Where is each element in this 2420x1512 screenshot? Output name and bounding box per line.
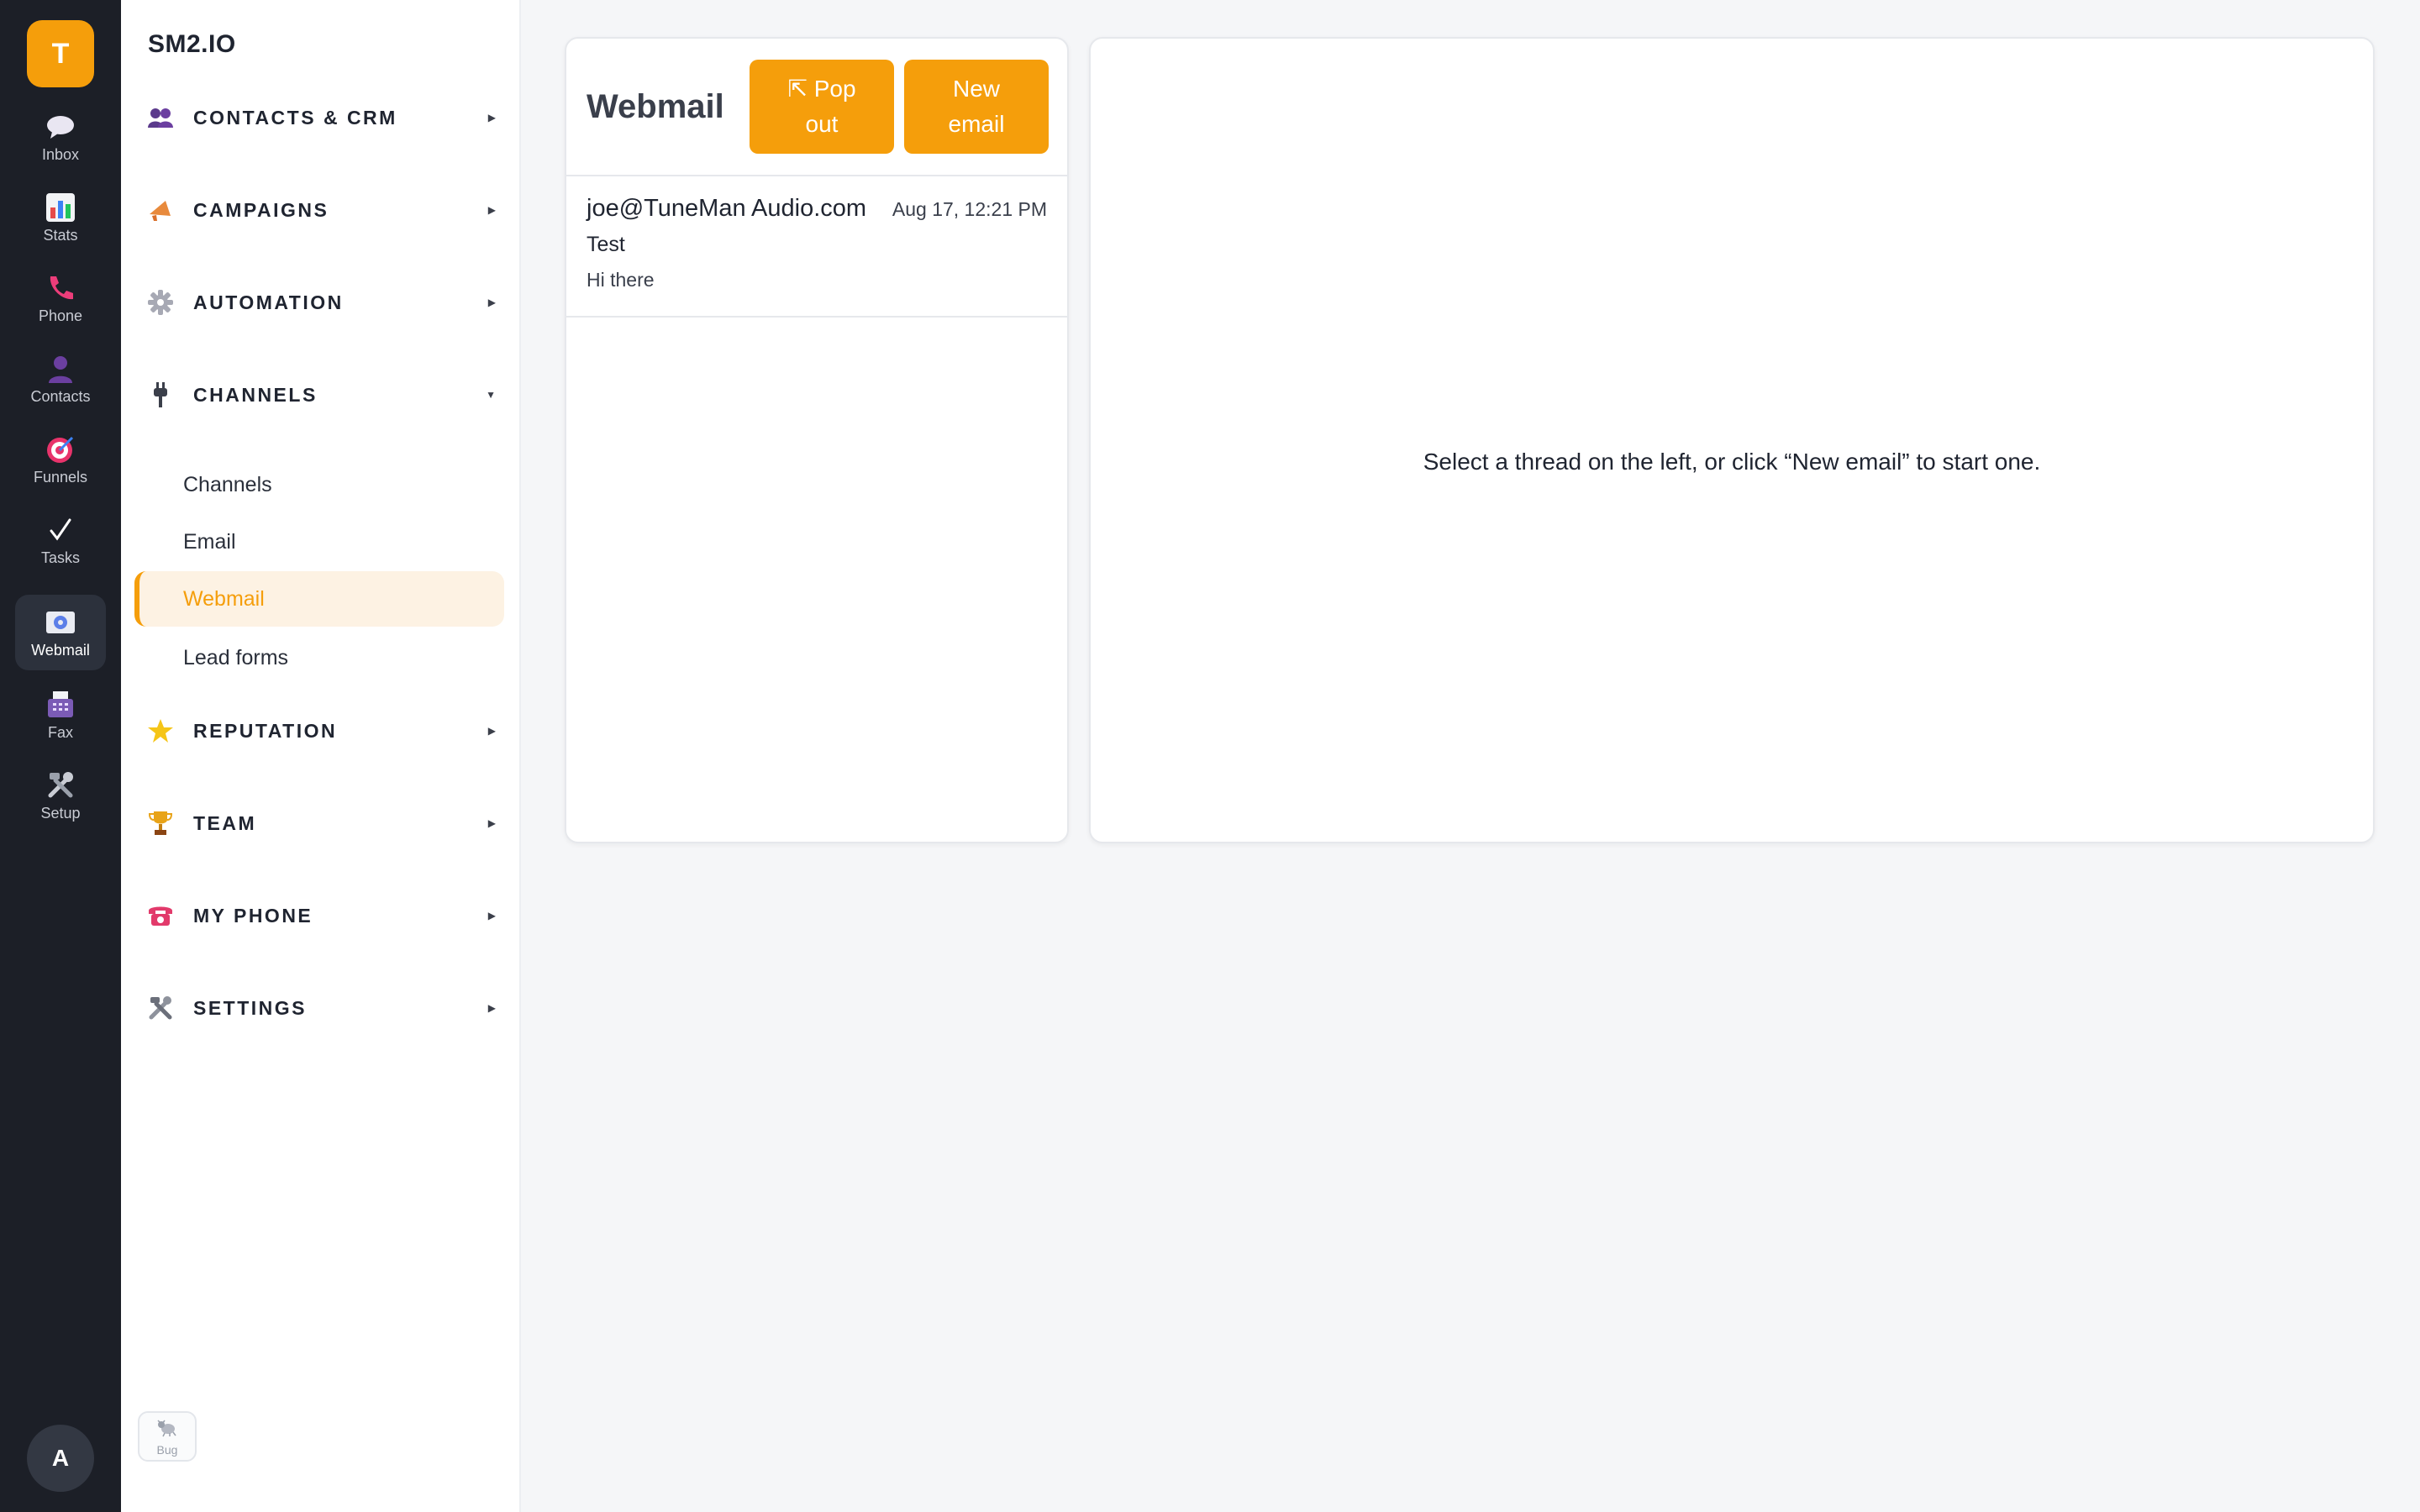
bar-chart-icon — [44, 192, 77, 223]
new-email-button[interactable]: New email — [904, 60, 1049, 154]
nav-item-email[interactable]: Email — [134, 514, 504, 570]
rail-item-tasks[interactable]: Tasks — [15, 502, 106, 578]
caret-right-icon: ▶ — [487, 204, 496, 216]
star-icon — [146, 717, 175, 745]
workspace-logo[interactable]: T — [27, 20, 94, 87]
pop-out-label: ⇱ Pop out — [787, 76, 856, 137]
caret-right-icon: ▶ — [487, 910, 496, 921]
section-settings[interactable]: SETTINGS ▶ — [146, 983, 499, 1033]
person-icon — [44, 353, 77, 385]
rail-label: Fax — [47, 723, 73, 741]
section-reputation[interactable]: REPUTATION ▶ — [146, 706, 499, 756]
nav-item-webmail[interactable]: Webmail — [134, 571, 504, 627]
phone-icon — [44, 272, 77, 304]
caret-down-icon: ▼ — [486, 389, 496, 401]
thread-preview: Hi there — [587, 269, 655, 291]
thread-list-header: Webmail ⇱ Pop out New email — [566, 39, 1067, 176]
rail-label: Phone — [38, 307, 83, 324]
section-label: CAMPAIGNS — [193, 198, 329, 221]
caret-right-icon: ▶ — [487, 1002, 496, 1014]
telephone-icon — [146, 901, 175, 930]
rail-label: Webmail — [31, 641, 90, 659]
thread-date: Aug 17, 12:21 PM — [892, 198, 1047, 220]
bug-label: Bug — [156, 1442, 178, 1457]
thread-subject: Test — [587, 233, 625, 256]
speech-bubble-icon — [44, 111, 77, 143]
at-sign-icon — [44, 606, 77, 638]
bug-report-button[interactable]: Bug — [138, 1411, 197, 1462]
section-channels[interactable]: CHANNELS ▼ — [146, 370, 499, 420]
thread-list-panel: Webmail ⇱ Pop out New email joe@TuneMan … — [565, 37, 1069, 843]
section-label: CHANNELS — [193, 383, 318, 406]
rail-label: Stats — [43, 226, 78, 244]
section-automation[interactable]: AUTOMATION ▶ — [146, 277, 499, 328]
caret-right-icon: ▶ — [487, 297, 496, 308]
rail-label: Setup — [40, 804, 81, 822]
rail-item-contacts[interactable]: Contacts — [15, 341, 106, 417]
section-label: AUTOMATION — [193, 291, 344, 313]
section-my-phone[interactable]: MY PHONE ▶ — [146, 890, 499, 941]
empty-state-message: Select a thread on the left, or click “N… — [1423, 449, 2041, 475]
user-avatar[interactable]: A — [27, 1425, 94, 1492]
brand-name: SM2.IO — [148, 30, 236, 58]
plug-icon — [146, 381, 175, 409]
new-email-label: New email — [948, 76, 1005, 137]
caret-right-icon: ▶ — [487, 112, 496, 123]
thread-row[interactable]: joe@TuneMan Audio.com Aug 17, 12:21 PM T… — [566, 176, 1067, 318]
target-icon — [44, 433, 77, 465]
caret-right-icon: ▶ — [487, 725, 496, 737]
trophy-icon — [146, 809, 175, 837]
section-label: SETTINGS — [193, 996, 308, 1019]
rail-label: Inbox — [41, 145, 80, 163]
rail-item-setup[interactable]: Setup — [15, 758, 106, 833]
rail-label: Tasks — [40, 549, 80, 566]
rail-label: Funnels — [33, 468, 88, 486]
gear-icon — [146, 288, 175, 317]
nav-sidebar: SM2.IO CONTACTS & CRM ▶ CAMPAIGNS ▶ AUTO… — [121, 0, 521, 1512]
rail-label: Contacts — [30, 387, 91, 405]
section-label: TEAM — [193, 811, 257, 834]
rail-item-stats[interactable]: Stats — [15, 180, 106, 255]
checkmark-icon — [44, 514, 77, 546]
nav-item-lead-forms[interactable]: Lead forms — [134, 630, 504, 685]
nav-item-channels[interactable]: Channels — [134, 457, 504, 512]
section-label: CONTACTS & CRM — [193, 106, 397, 129]
section-team[interactable]: TEAM ▶ — [146, 798, 499, 848]
caret-right-icon: ▶ — [487, 817, 496, 829]
section-campaigns[interactable]: CAMPAIGNS ▶ — [146, 185, 499, 235]
people-icon — [146, 103, 175, 132]
rail-item-funnels[interactable]: Funnels — [15, 422, 106, 497]
fax-icon — [44, 689, 77, 721]
section-label: REPUTATION — [193, 719, 338, 742]
tools-icon — [146, 994, 175, 1022]
rail-item-webmail[interactable]: Webmail — [15, 595, 106, 670]
section-label: MY PHONE — [193, 904, 313, 927]
thread-sender: joe@TuneMan Audio.com — [587, 195, 867, 222]
page-title: Webmail — [587, 87, 724, 125]
tools-icon — [44, 769, 77, 801]
rail-item-inbox[interactable]: Inbox — [15, 99, 106, 175]
rail-item-fax[interactable]: Fax — [15, 677, 106, 753]
rail-item-phone[interactable]: Phone — [15, 260, 106, 336]
thread-detail-panel: Select a thread on the left, or click “N… — [1089, 37, 2375, 843]
app-rail: T Inbox Stats Phone Contacts Funnels Tas… — [0, 0, 121, 1512]
section-contacts-crm[interactable]: CONTACTS & CRM ▶ — [146, 92, 499, 143]
megaphone-icon — [146, 196, 175, 224]
pop-out-button[interactable]: ⇱ Pop out — [750, 60, 894, 154]
bug-icon — [155, 1417, 180, 1441]
